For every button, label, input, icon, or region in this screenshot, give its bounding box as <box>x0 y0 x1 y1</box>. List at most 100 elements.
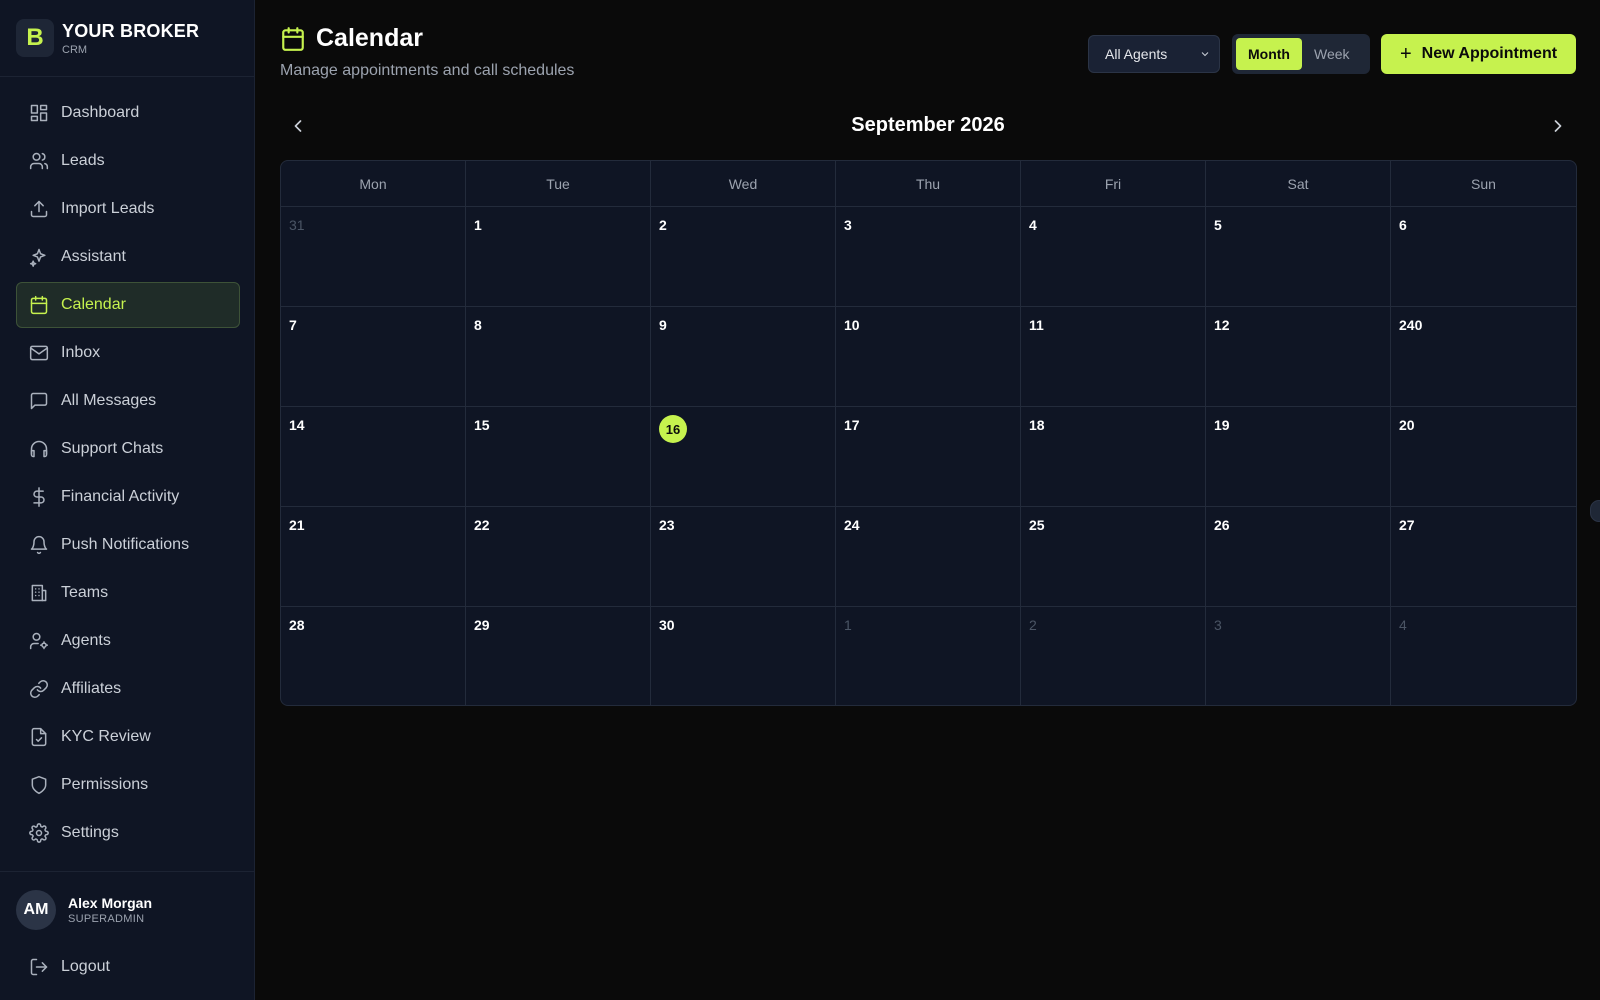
sidebar-item-label: Calendar <box>61 296 126 313</box>
view-month-button[interactable]: Month <box>1236 38 1302 70</box>
calendar-day-cell[interactable]: 2 <box>651 207 836 307</box>
calendar-day-cell[interactable]: 2 <box>1021 607 1206 705</box>
calendar-day-cell[interactable]: 10 <box>836 307 1021 407</box>
sidebar-item-permissions[interactable]: Permissions <box>16 762 240 808</box>
calendar-day-cell[interactable]: 5 <box>1206 207 1391 307</box>
day-number: 27 <box>1399 517 1415 533</box>
calendar-day-cell[interactable]: 15 <box>466 407 651 507</box>
sidebar-item-kyc-review[interactable]: KYC Review <box>16 714 240 760</box>
day-number: 24 <box>844 517 860 533</box>
sidebar-item-dashboard[interactable]: Dashboard <box>16 90 240 136</box>
day-number: 4 <box>1029 217 1037 233</box>
calendar-day-cell[interactable]: 3 <box>1206 607 1391 705</box>
calendar-day-cell[interactable]: 30 <box>651 607 836 705</box>
calendar-day-cell[interactable]: 18 <box>1021 407 1206 507</box>
brand[interactable]: B YOUR BROKER CRM <box>0 0 254 77</box>
calendar-day-cell[interactable]: 23 <box>651 507 836 607</box>
sidebar-item-label: Financial Activity <box>61 488 180 505</box>
calendar-day-cell[interactable]: 12 <box>1206 307 1391 407</box>
calendar-day-cell[interactable]: 17 <box>836 407 1021 507</box>
sidebar-item-agents[interactable]: Agents <box>16 618 240 664</box>
calendar-day-cell[interactable]: 16 <box>651 407 836 507</box>
calendar-day-cell[interactable]: 14 <box>281 407 466 507</box>
user-profile[interactable]: AM Alex Morgan SUPERADMIN <box>0 872 255 932</box>
day-number: 8 <box>474 317 482 333</box>
calendar-grid: Mon Tue Wed Thu Fri Sat Sun 31 1 2 3 4 5 6 7 8 9 10 11 12 2… <box>280 160 1577 706</box>
user-name: Alex Morgan <box>68 895 153 911</box>
calendar-day-cell[interactable]: 6 <box>1391 207 1576 307</box>
calendar-day-cell[interactable]: 3 <box>836 207 1021 307</box>
calendar-day-cell[interactable]: 25 <box>1021 507 1206 607</box>
plus-icon: + <box>1399 42 1412 65</box>
sidebar-item-push-notifications[interactable]: Push Notifications <box>16 522 240 568</box>
users-icon <box>29 152 49 170</box>
view-week-button[interactable]: Week <box>1302 38 1362 70</box>
sidebar-item-affiliates[interactable]: Affiliates <box>16 666 240 712</box>
calendar-day-cell[interactable]: 31 <box>281 207 466 307</box>
sidebar-item-settings[interactable]: Settings <box>16 810 240 856</box>
calendar-day-cell[interactable]: 22 <box>466 507 651 607</box>
weekday-label: Thu <box>836 161 1021 206</box>
link-icon <box>29 679 49 699</box>
brand-name: YOUR BROKER <box>62 20 200 41</box>
sidebar-footer: AM Alex Morgan SUPERADMIN Logout <box>0 871 255 976</box>
logout-button[interactable]: Logout <box>16 944 240 990</box>
sidebar-item-support-chats[interactable]: Support Chats <box>16 426 240 472</box>
agent-filter-select[interactable]: All Agents <box>1088 35 1220 73</box>
calendar-day-cell[interactable]: 240 <box>1391 307 1576 407</box>
calendar-day-cell[interactable]: 20 <box>1391 407 1576 507</box>
main-content: Calendar Manage appointments and call sc… <box>255 0 1600 1000</box>
sidebar-item-inbox[interactable]: Inbox <box>16 330 240 376</box>
user-role: SUPERADMIN <box>68 913 145 925</box>
calendar-day-cell[interactable]: 26 <box>1206 507 1391 607</box>
sidebar-item-import-leads[interactable]: Import Leads <box>16 186 240 232</box>
sidebar-item-financial-activity[interactable]: Financial Activity <box>16 474 240 520</box>
day-number: 1 <box>844 617 852 633</box>
calendar-day-cell[interactable]: 19 <box>1206 407 1391 507</box>
day-number: 11 <box>1029 317 1044 333</box>
weekday-label: Wed <box>651 161 836 206</box>
calendar-icon <box>30 295 48 315</box>
calendar-day-cell[interactable]: 1 <box>836 607 1021 705</box>
chevron-right-icon[interactable] <box>1548 116 1568 136</box>
day-number: 15 <box>474 417 490 433</box>
user-cog-icon <box>29 632 49 650</box>
sidebar-item-label: Teams <box>61 584 109 601</box>
day-number: 31 <box>289 217 305 233</box>
calendar-day-cell[interactable]: 9 <box>651 307 836 407</box>
calendar-day-cell[interactable]: 21 <box>281 507 466 607</box>
sidebar-item-leads[interactable]: Leads <box>16 138 240 184</box>
new-appointment-label: New Appointment <box>1421 45 1558 62</box>
sidebar-item-all-messages[interactable]: All Messages <box>16 378 240 424</box>
calendar-day-cell[interactable]: 24 <box>836 507 1021 607</box>
today-marker: 16 <box>659 415 687 443</box>
month-navigation: September 2026 <box>280 108 1576 144</box>
sidebar-item-assistant[interactable]: Assistant <box>16 234 240 280</box>
new-appointment-button[interactable]: + New Appointment <box>1381 34 1576 74</box>
message-icon <box>30 392 48 410</box>
sidebar-item-label: Support Chats <box>61 440 164 457</box>
day-number: 2 <box>659 217 667 233</box>
mail-icon <box>29 345 49 361</box>
chevron-down-icon <box>1201 52 1209 57</box>
calendar-day-cell[interactable]: 8 <box>466 307 651 407</box>
weekday-label: Sat <box>1206 161 1391 206</box>
day-number: 240 <box>1399 317 1423 333</box>
calendar-day-cell[interactable]: 29 <box>466 607 651 705</box>
panel-toggle-handle[interactable] <box>1590 500 1600 522</box>
calendar-day-cell[interactable]: 4 <box>1021 207 1206 307</box>
sidebar-item-calendar[interactable]: Calendar <box>16 282 240 328</box>
calendar-day-cell[interactable]: 1 <box>466 207 651 307</box>
day-number: 22 <box>474 517 490 533</box>
calendar-day-cell[interactable]: 11 <box>1021 307 1206 407</box>
day-number: 12 <box>1214 317 1230 333</box>
calendar-day-cell[interactable]: 7 <box>281 307 466 407</box>
day-number: 23 <box>659 517 675 533</box>
weekday-label: Sun <box>1471 175 1496 192</box>
calendar-day-cell[interactable]: 28 <box>281 607 466 705</box>
calendar-day-cell[interactable]: 4 <box>1391 607 1576 705</box>
weekday-label: Mon <box>281 161 466 206</box>
calendar-day-cell[interactable]: 27 <box>1391 507 1576 607</box>
building-icon <box>31 584 47 602</box>
sidebar-item-teams[interactable]: Teams <box>16 570 240 616</box>
